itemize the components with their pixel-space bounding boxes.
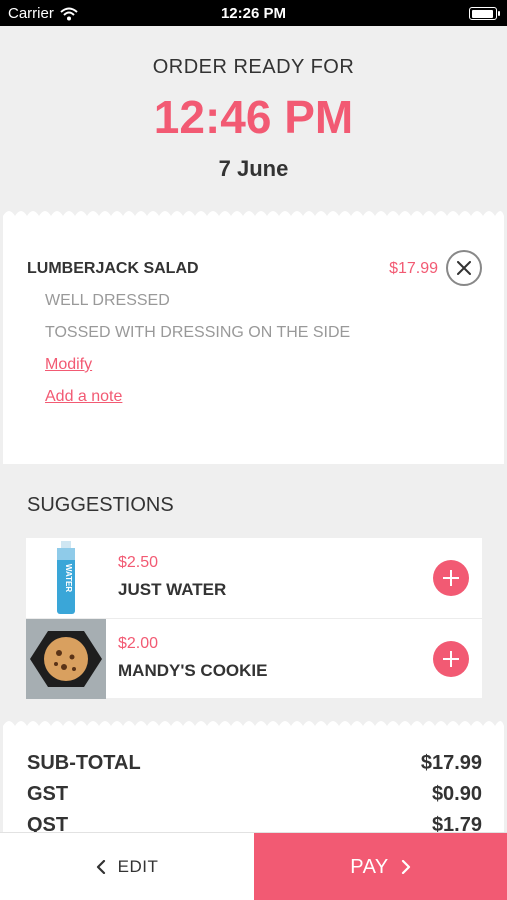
item-price: $17.99	[389, 260, 438, 277]
chevron-right-icon	[401, 860, 410, 874]
order-ready-header: ORDER READY FOR 12:46 PM 7 June	[0, 26, 507, 216]
item-name: LUMBERJACK SALAD	[27, 260, 199, 277]
scallop-divider-top	[3, 211, 504, 216]
bottle-label: WATER	[64, 564, 73, 593]
edit-button[interactable]: EDIT	[0, 833, 254, 900]
suggestion-name: MANDY'S COOKIE	[118, 661, 268, 680]
total-value: $0.90	[431, 783, 482, 805]
edit-label: EDIT	[117, 857, 159, 876]
total-label: QST	[27, 814, 69, 832]
add-suggestion-button[interactable]	[433, 641, 469, 677]
close-icon	[457, 261, 471, 275]
total-value: $1.79	[431, 814, 482, 832]
modify-link[interactable]: Modify	[45, 356, 92, 374]
pay-button[interactable]: PAY	[254, 833, 507, 900]
scallop-divider-bottom	[3, 721, 504, 726]
status-time: 12:26 PM	[220, 5, 287, 22]
pay-label: PAY	[350, 855, 389, 878]
suggestion-name: JUST WATER	[118, 580, 227, 599]
totals-section: SUB-TOTAL $17.99 GST $0.90 QST $1.79	[3, 726, 504, 832]
remove-item-button[interactable]	[446, 250, 482, 286]
suggestion-item[interactable]: WATER $2.50 JUST WATER	[26, 538, 482, 618]
item-option: TOSSED WITH DRESSING ON THE SIDE	[45, 324, 351, 341]
order-item-row: LUMBERJACK SALAD $17.99	[27, 250, 482, 286]
suggestions-title: SUGGESTIONS	[27, 494, 174, 516]
suggestion-item[interactable]: $2.00 MANDY'S COOKIE	[26, 618, 482, 699]
item-option: WELL DRESSED	[45, 292, 170, 309]
order-item-card: LUMBERJACK SALAD $17.99 WELL DRESSED TOS…	[3, 216, 504, 464]
add-note-link[interactable]: Add a note	[45, 388, 122, 406]
add-suggestion-button[interactable]	[433, 560, 469, 596]
ready-label: ORDER READY FOR	[152, 56, 355, 78]
suggestion-price: $2.00	[118, 635, 159, 652]
total-value: $17.99	[420, 752, 482, 774]
battery-icon	[469, 7, 500, 20]
total-label: GST	[27, 783, 69, 805]
cookie-image	[26, 619, 106, 699]
suggestion-price: $2.50	[118, 554, 159, 571]
status-bar: Carrier 12:26 PM	[0, 0, 507, 26]
ready-date: 7 June	[218, 156, 289, 181]
total-label: SUB-TOTAL	[27, 752, 141, 774]
ready-time: 12:46 PM	[153, 91, 354, 143]
water-bottle-image: WATER	[26, 538, 106, 618]
suggestions-list: WATER $2.50 JUST WATER $2.00 MANDY'S COO…	[26, 538, 482, 699]
chevron-left-icon	[96, 860, 105, 874]
bottom-action-bar: EDIT PAY	[0, 832, 507, 900]
